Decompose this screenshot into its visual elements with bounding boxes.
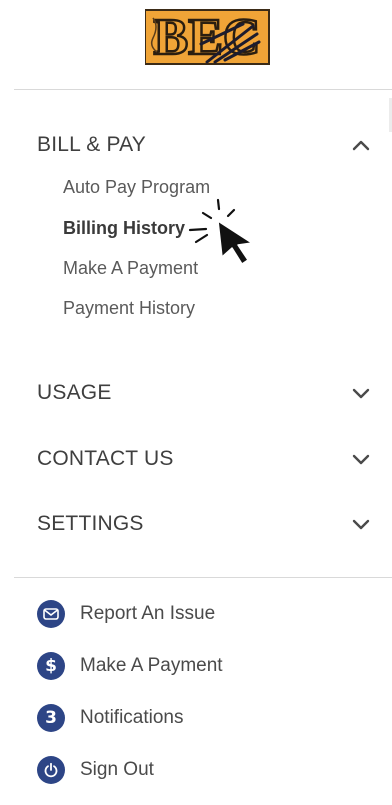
power-icon <box>37 756 65 784</box>
notification-badge-icon: 3 <box>37 704 65 732</box>
section-label-settings: SETTINGS <box>37 512 144 535</box>
bec-logo-graphic: BEC <box>145 8 270 67</box>
section-usage[interactable]: USAGE <box>37 378 370 408</box>
dollar-icon: $ <box>37 652 65 680</box>
make-a-payment-link[interactable]: $ Make A Payment <box>37 651 223 681</box>
sign-out-link[interactable]: Sign Out <box>37 755 154 785</box>
notifications-label: Notifications <box>80 707 184 728</box>
section-label-bill-and-pay: BILL & PAY <box>37 133 146 156</box>
section-settings[interactable]: SETTINGS <box>37 509 370 539</box>
menu-item-make-a-payment[interactable]: Make A Payment <box>63 257 198 279</box>
section-label-contact-us: CONTACT US <box>37 447 174 470</box>
logo-text: BEC <box>154 9 261 66</box>
notifications-link[interactable]: 3 Notifications <box>37 703 184 733</box>
bottom-divider <box>14 577 392 578</box>
section-label-usage: USAGE <box>37 381 112 404</box>
click-cursor-icon <box>188 198 253 265</box>
top-divider <box>14 89 392 90</box>
bec-logo[interactable]: BEC <box>145 4 271 68</box>
menu-item-auto-pay-program[interactable]: Auto Pay Program <box>63 176 210 198</box>
menu-item-billing-history[interactable]: Billing History <box>63 217 185 239</box>
section-contact-us[interactable]: CONTACT US <box>37 444 370 474</box>
sign-out-label: Sign Out <box>80 759 154 780</box>
chevron-down-icon <box>352 454 370 465</box>
chevron-down-icon <box>352 519 370 530</box>
report-an-issue-link[interactable]: Report An Issue <box>37 599 215 629</box>
make-a-payment-label: Make A Payment <box>80 655 223 676</box>
dollar-glyph: $ <box>45 655 57 676</box>
section-bill-and-pay[interactable]: BILL & PAY <box>37 130 370 160</box>
chevron-up-icon <box>352 140 370 151</box>
chevron-down-icon <box>352 388 370 399</box>
menu-item-payment-history[interactable]: Payment History <box>63 297 195 319</box>
report-an-issue-label: Report An Issue <box>80 603 216 624</box>
envelope-icon <box>37 600 65 628</box>
notification-count: 3 <box>45 707 57 728</box>
